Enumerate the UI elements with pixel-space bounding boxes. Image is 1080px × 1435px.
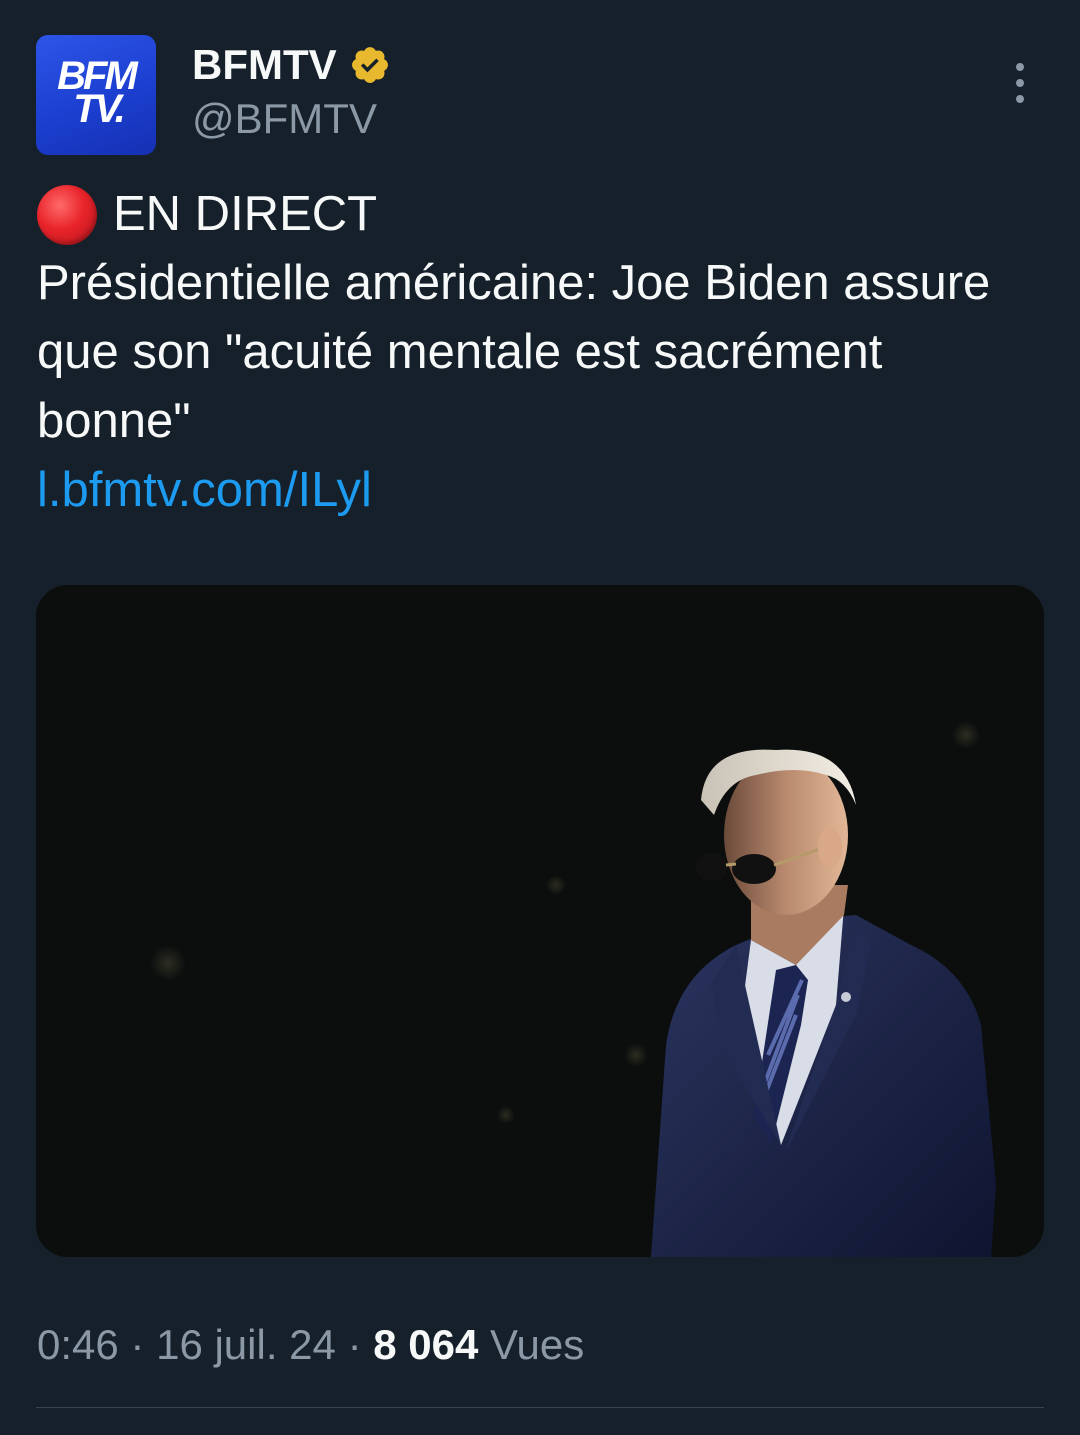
tweet-text: EN DIRECT Présidentielle américaine: Joe…: [37, 180, 1047, 525]
red-circle-icon: [37, 184, 97, 245]
divider: [36, 1407, 1044, 1408]
meta-separator: ·: [347, 1321, 362, 1368]
author-handle[interactable]: @BFMTV: [192, 94, 377, 144]
tweet-link[interactable]: l.bfmtv.com/ILyl: [37, 456, 1047, 525]
more-dot: [1016, 63, 1024, 71]
tweet-body: Présidentielle américaine: Joe Biden ass…: [37, 256, 991, 448]
live-label: EN DIRECT: [113, 187, 378, 241]
meta-separator: ·: [130, 1321, 145, 1368]
tweet-time[interactable]: 0:46: [37, 1321, 119, 1368]
verified-badge-icon: [351, 47, 388, 83]
author-name-row[interactable]: BFMTV: [192, 40, 391, 90]
views-count: 8 064: [373, 1321, 479, 1368]
photo-illustration: [36, 585, 1044, 1257]
more-dot: [1016, 79, 1024, 87]
more-dot: [1016, 95, 1024, 103]
views-label: Vues: [490, 1321, 585, 1368]
tweet-photo[interactable]: [36, 585, 1044, 1257]
tweet-meta: 0:46 · 16 juil. 24 · 8 064 Vues: [37, 1315, 584, 1375]
tweet-date[interactable]: 16 juil. 24: [156, 1321, 336, 1368]
author-display-name[interactable]: BFMTV: [192, 40, 337, 90]
tweet-detail: BFM TV. BFMTV @BFMTV EN DIRECT Président…: [0, 0, 1080, 1435]
live-row: EN DIRECT: [37, 180, 1047, 249]
avatar-text-line2: TV.: [73, 87, 126, 131]
avatar[interactable]: BFM TV.: [36, 35, 156, 155]
more-options-icon[interactable]: [1000, 58, 1040, 108]
